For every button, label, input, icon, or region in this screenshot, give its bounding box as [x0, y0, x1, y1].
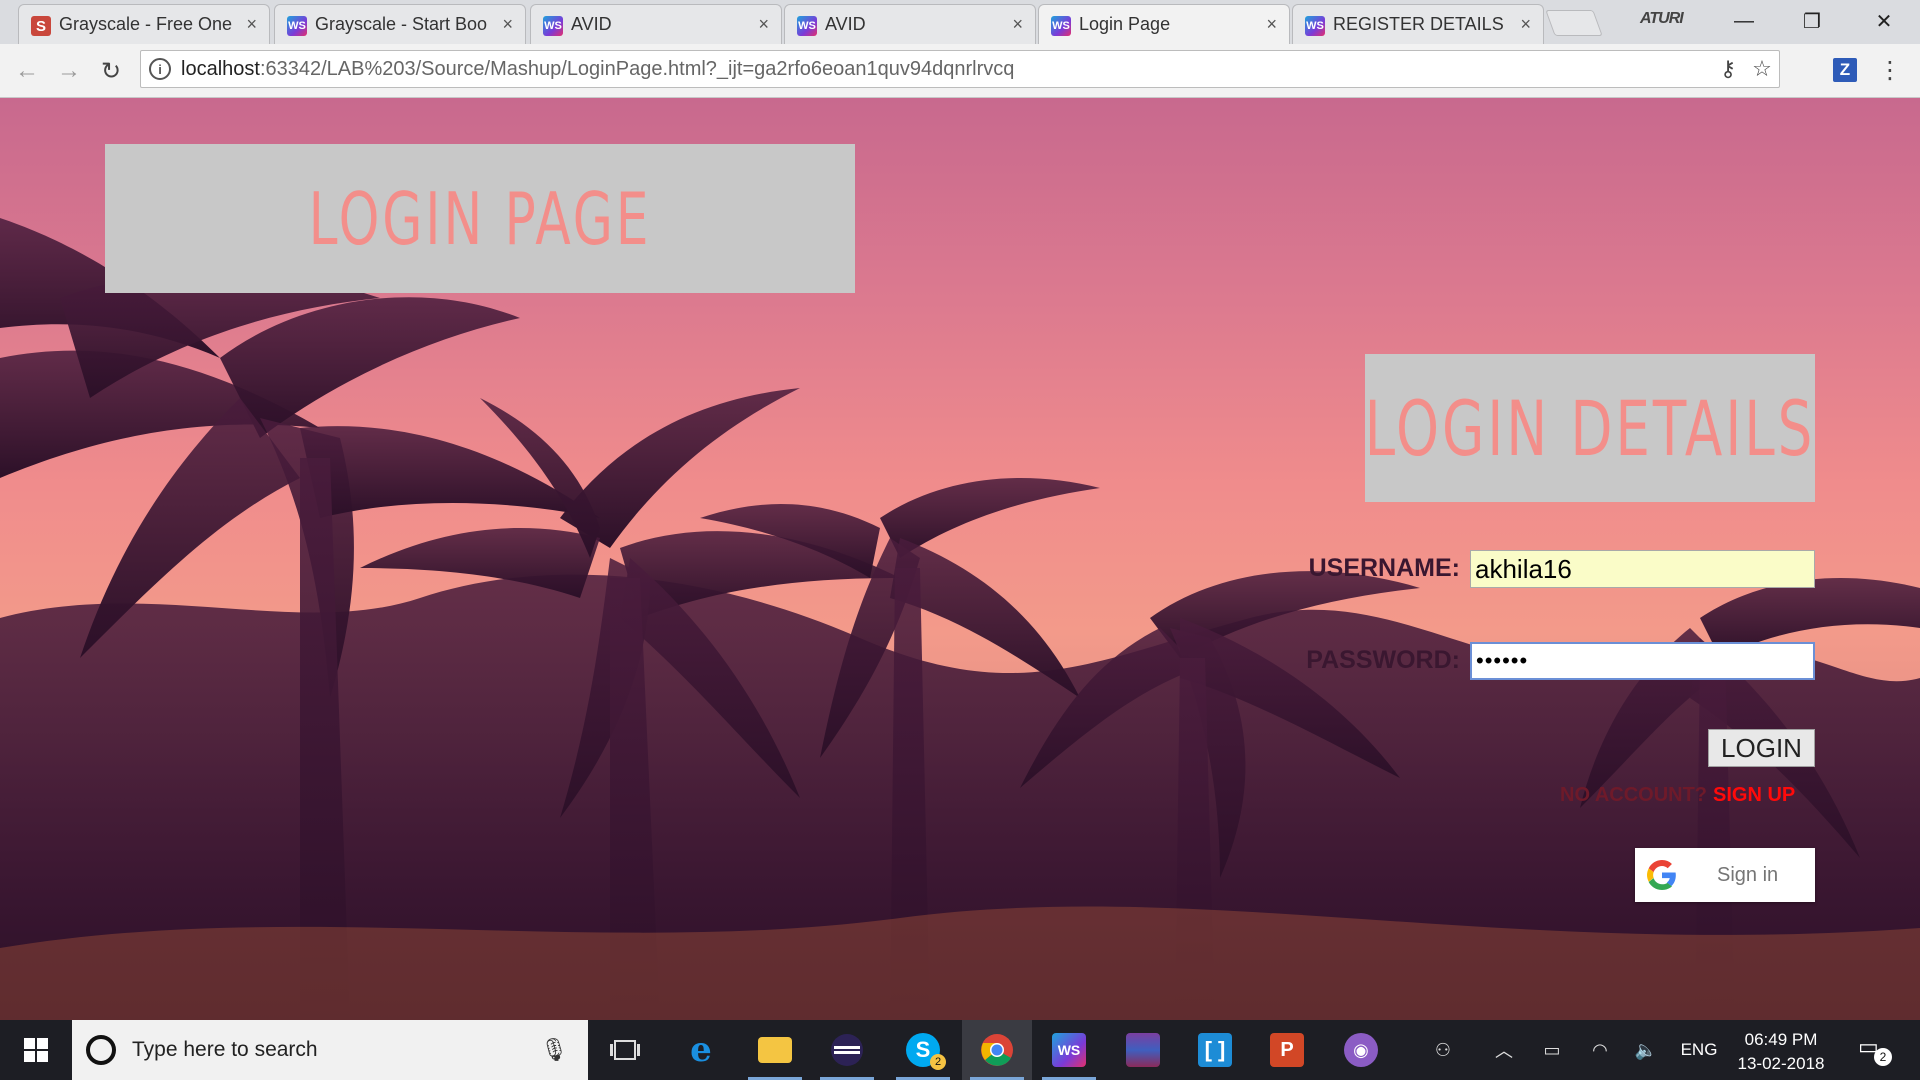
cortana-icon — [86, 1035, 116, 1065]
eclipse-icon[interactable] — [812, 1020, 882, 1080]
menu-icon[interactable]: ⋮ — [1878, 56, 1902, 85]
page-title-box: LOGIN PAGE — [105, 144, 855, 293]
webstorm-icon: WS — [797, 16, 817, 36]
task-view-icon[interactable] — [590, 1020, 660, 1080]
tab-title: REGISTER DETAILS — [1333, 14, 1504, 34]
close-icon[interactable]: × — [1012, 14, 1023, 35]
username-label: USERNAME: — [1308, 554, 1460, 582]
page-title: LOGIN PAGE — [308, 176, 652, 261]
clock-date: 13-02-2018 — [1737, 1054, 1825, 1073]
url-text[interactable]: localhost:63342/LAB%203/Source/Mashup/Lo… — [181, 58, 1711, 81]
profile-name[interactable]: ATURI — [1640, 10, 1684, 28]
close-icon[interactable]: × — [758, 14, 769, 35]
clock-time: 06:49 PM — [1744, 1030, 1818, 1049]
tab-avid-1[interactable]: WS AVID × — [530, 4, 782, 44]
taskbar-search-box[interactable]: Type here to search 🎙 — [72, 1020, 588, 1080]
winrar-icon[interactable] — [1108, 1020, 1178, 1080]
no-account-text: NO ACCOUNT? — [1560, 784, 1708, 806]
windows-taskbar: Type here to search 🎙 e S 2 WS [ ] P ◉ ⚇… — [0, 1020, 1920, 1080]
microphone-icon[interactable]: 🎙 — [540, 1037, 568, 1063]
search-placeholder: Type here to search — [132, 1038, 318, 1061]
tab-title: Login Page — [1079, 14, 1171, 34]
close-icon[interactable]: × — [502, 14, 513, 35]
tab-title: Grayscale - Start Boo — [315, 14, 488, 34]
tab-title: Grayscale - Free One — [59, 14, 233, 34]
action-center-icon[interactable]: ▭ 2 — [1858, 1034, 1892, 1066]
webstorm-icon: WS — [1305, 16, 1325, 36]
skype-icon[interactable]: S 2 — [888, 1020, 958, 1080]
address-bar[interactable]: i localhost:63342/LAB%203/Source/Mashup/… — [140, 50, 1780, 88]
webstorm-icon: WS — [543, 16, 563, 36]
password-mask: •••••• — [1476, 648, 1529, 673]
powerpoint-icon[interactable]: P — [1252, 1020, 1322, 1080]
brackets-icon[interactable]: [ ] — [1180, 1020, 1250, 1080]
login-page: LOGIN PAGE LOGIN DETAILS USERNAME: PASSW… — [0, 98, 1920, 1020]
signup-prompt: NO ACCOUNT? SIGN UP — [1560, 784, 1795, 807]
login-details-heading: LOGIN DETAILS — [1364, 383, 1816, 473]
edge-icon[interactable]: e — [666, 1020, 736, 1080]
login-button[interactable]: LOGIN — [1708, 729, 1815, 767]
login-details-box: LOGIN DETAILS — [1365, 354, 1815, 502]
webstorm-icon: WS — [1051, 16, 1071, 36]
speaker-muted-icon[interactable]: 🔈 — [1624, 1020, 1668, 1080]
url-host: localhost — [181, 57, 260, 80]
minimize-button[interactable]: — — [1716, 4, 1772, 38]
close-icon[interactable]: × — [1520, 14, 1531, 35]
system-clock[interactable]: 06:49 PM 13-02-2018 — [1726, 1028, 1836, 1076]
start-button[interactable] — [0, 1020, 72, 1080]
close-icon[interactable]: × — [1266, 14, 1277, 35]
tab-title: AVID — [571, 14, 612, 34]
new-tab-button[interactable] — [1545, 10, 1603, 36]
notification-badge: 2 — [1874, 1048, 1892, 1066]
tab-register-details[interactable]: WS REGISTER DETAILS × — [1292, 4, 1544, 44]
skype-badge: 2 — [930, 1054, 946, 1070]
tab-login-page[interactable]: WS Login Page × — [1038, 4, 1290, 44]
password-input[interactable]: •••••• — [1470, 642, 1815, 680]
forward-arrow-icon[interactable]: → — [54, 56, 84, 86]
language-indicator[interactable]: ENG — [1672, 1020, 1726, 1080]
close-icon[interactable]: × — [246, 14, 257, 35]
webstorm-icon: WS — [287, 16, 307, 36]
google-signin-button[interactable]: Sign in — [1635, 848, 1815, 902]
chrome-icon[interactable] — [962, 1020, 1032, 1080]
tab-avid-2[interactable]: WS AVID × — [784, 4, 1036, 44]
google-signin-label: Sign in — [1717, 863, 1779, 886]
url-path: :63342/LAB%203/Source/Mashup/LoginPage.h… — [259, 57, 1015, 80]
close-window-button[interactable]: ✕ — [1856, 4, 1912, 38]
tab-strip: S Grayscale - Free One × WS Grayscale - … — [0, 0, 1920, 44]
file-explorer-icon[interactable] — [740, 1020, 810, 1080]
info-icon[interactable]: i — [149, 58, 171, 80]
extension-z-icon[interactable]: Z — [1833, 58, 1857, 82]
star-icon[interactable]: ☆ — [1745, 56, 1779, 82]
webstorm-icon[interactable]: WS — [1034, 1020, 1104, 1080]
tab-grayscale-free[interactable]: S Grayscale - Free One × — [18, 4, 270, 44]
github-icon[interactable]: ◉ — [1326, 1020, 1396, 1080]
restore-button[interactable]: ❐ — [1784, 4, 1840, 38]
people-icon[interactable]: ⚇ — [1420, 1020, 1466, 1080]
tab-title: AVID — [825, 14, 866, 34]
tab-grayscale-start[interactable]: WS Grayscale - Start Boo × — [274, 4, 526, 44]
signup-link[interactable]: SIGN UP — [1713, 784, 1795, 806]
google-g-icon — [1647, 860, 1676, 890]
key-icon[interactable]: ⚷ — [1711, 56, 1745, 82]
back-arrow-icon[interactable]: ← — [12, 56, 42, 86]
s-logo-icon: S — [31, 16, 51, 36]
battery-icon[interactable]: ▭ — [1530, 1020, 1574, 1080]
windows-logo-icon — [24, 1038, 48, 1062]
wifi-icon[interactable]: ◠ — [1578, 1020, 1622, 1080]
chevron-up-icon[interactable]: ︿ — [1484, 1020, 1524, 1080]
reload-icon[interactable]: ↻ — [96, 56, 126, 86]
password-label: PASSWORD: — [1306, 646, 1460, 674]
username-input[interactable] — [1470, 550, 1815, 588]
browser-toolbar: ← → ↻ i localhost:63342/LAB%203/Source/M… — [0, 44, 1920, 98]
